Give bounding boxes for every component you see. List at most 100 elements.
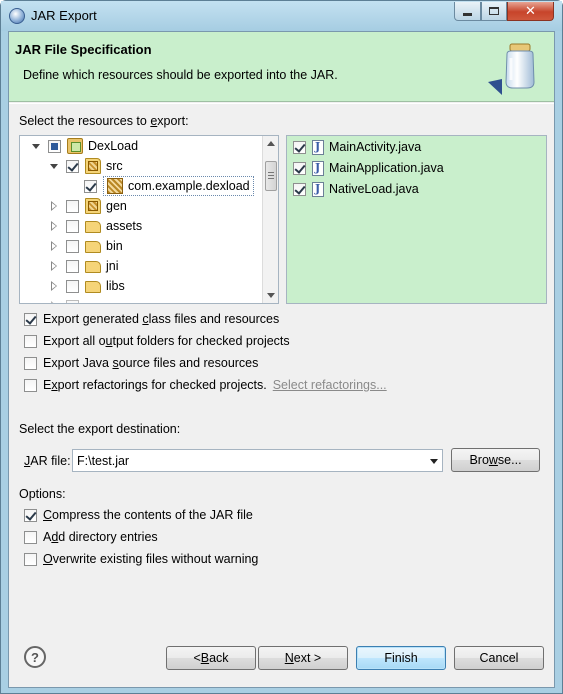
expand-toggle[interactable] <box>48 200 60 212</box>
checkbox[interactable] <box>24 552 37 566</box>
tree-checkbox[interactable] <box>66 279 79 293</box>
tree-checkbox[interactable] <box>66 199 79 213</box>
checkbox[interactable] <box>24 378 37 392</box>
chevron-right-icon <box>50 201 57 211</box>
file-checkbox[interactable] <box>293 161 306 175</box>
resource-tree[interactable]: DexLoad src com.example.dexload gen asse… <box>19 135 279 304</box>
back-button[interactable]: < Back <box>166 646 256 670</box>
cancel-button[interactable]: Cancel <box>454 646 544 670</box>
overwrite-files-checkbox[interactable]: Overwrite existing files without warning <box>24 550 258 568</box>
next-button[interactable]: Next > <box>258 646 348 670</box>
checkbox[interactable] <box>24 334 37 348</box>
close-button[interactable]: ✕ <box>507 2 554 21</box>
maximize-button[interactable] <box>481 2 507 21</box>
chevron-right-icon <box>50 281 57 291</box>
help-icon[interactable]: ? <box>24 646 46 668</box>
chevron-down-icon <box>50 163 58 169</box>
tree-node-src[interactable]: src <box>48 156 123 176</box>
checkbox-label: Add directory entries <box>43 530 158 544</box>
tree-node-jni[interactable]: jni <box>48 256 119 276</box>
file-label: MainActivity.java <box>329 140 422 154</box>
close-icon: ✕ <box>525 3 536 18</box>
tree-node-label: gen <box>106 199 127 213</box>
minimize-icon <box>463 12 472 16</box>
expand-toggle[interactable] <box>48 260 60 272</box>
jar-export-window: JAR Export ✕ JAR File Specification Defi… <box>0 0 563 694</box>
file-item[interactable]: MainApplication.java <box>293 158 444 178</box>
folder-icon <box>85 281 101 293</box>
scroll-down-icon[interactable] <box>267 293 275 298</box>
expand-toggle[interactable] <box>48 160 60 172</box>
checkbox-label: Export refactorings for checked projects… <box>43 378 267 392</box>
tree-checkbox <box>66 299 79 303</box>
header-banner: JAR File Specification Define which reso… <box>9 32 554 102</box>
compress-checkbox[interactable]: Compress the contents of the JAR file <box>24 506 253 524</box>
tree-node-libs[interactable]: libs <box>48 276 125 296</box>
expand-toggle[interactable] <box>48 240 60 252</box>
file-item[interactable]: MainActivity.java <box>293 137 421 157</box>
chevron-right-icon <box>50 241 57 251</box>
checkbox[interactable] <box>24 312 37 326</box>
checkbox-label: Overwrite existing files without warning <box>43 552 259 566</box>
jar-file-combo[interactable]: F:\test.jar <box>72 449 443 472</box>
tree-checkbox[interactable] <box>66 159 79 173</box>
selected-tree-item[interactable]: com.example.dexload <box>103 176 254 196</box>
arrow-decoration-icon <box>488 79 502 95</box>
source-folder-icon <box>85 158 101 174</box>
tree-node-label: com.example.dexload <box>128 179 250 193</box>
export-refactorings-checkbox[interactable]: Export refactorings for checked projects… <box>24 376 387 394</box>
checkbox[interactable] <box>24 356 37 370</box>
tree-checkbox[interactable] <box>66 259 79 273</box>
project-icon <box>67 138 83 154</box>
browse-button[interactable]: Bro w se... <box>451 448 540 472</box>
expand-toggle[interactable] <box>48 280 60 292</box>
tree-checkbox[interactable] <box>48 139 61 153</box>
chevron-right-icon <box>50 261 57 271</box>
package-icon <box>107 178 123 194</box>
tree-scrollbar[interactable] <box>262 136 278 303</box>
checkbox-label: Export Java source files and resources <box>43 356 259 370</box>
options-label: Options: <box>19 487 66 501</box>
tree-node-gen[interactable]: gen <box>48 196 127 216</box>
expand-toggle[interactable] <box>48 220 60 232</box>
checkbox[interactable] <box>24 508 37 522</box>
tree-node-package[interactable]: com.example.dexload <box>84 176 254 196</box>
chevron-right-icon <box>50 301 57 303</box>
window-title: JAR Export <box>31 8 97 23</box>
select-refactorings-link[interactable]: Select refactorings... <box>273 378 387 392</box>
tree-node-label: bin <box>106 239 123 253</box>
tree-node-assets[interactable]: assets <box>48 216 142 236</box>
file-list[interactable]: MainActivity.java MainApplication.java N… <box>286 135 547 304</box>
tree-node-dexload[interactable]: DexLoad <box>30 136 138 156</box>
title-bar[interactable]: JAR Export ✕ <box>1 1 562 31</box>
tree-node-label: src <box>106 159 123 173</box>
jar-file-value[interactable]: F:\test.jar <box>77 454 129 468</box>
finish-button[interactable]: Finish <box>356 646 446 670</box>
tree-node-partial <box>48 296 85 303</box>
file-label: MainApplication.java <box>329 161 444 175</box>
file-item[interactable]: NativeLoad.java <box>293 179 419 199</box>
minimize-button[interactable] <box>454 2 481 21</box>
tree-node-label: jni <box>106 259 119 273</box>
checkbox-label: Export all output folders for checked pr… <box>43 334 290 348</box>
dropdown-arrow-icon[interactable] <box>430 459 438 464</box>
dialog-client-area: JAR File Specification Define which reso… <box>8 31 555 688</box>
java-file-icon <box>312 139 324 155</box>
export-class-files-checkbox[interactable]: Export generated class files and resourc… <box>24 310 279 328</box>
add-directory-entries-checkbox[interactable]: Add directory entries <box>24 528 158 546</box>
scroll-up-icon[interactable] <box>267 141 275 146</box>
folder-icon <box>85 241 101 253</box>
export-java-source-checkbox[interactable]: Export Java source files and resources <box>24 354 258 372</box>
file-checkbox[interactable] <box>293 182 306 196</box>
tree-checkbox[interactable] <box>84 179 97 193</box>
expand-toggle[interactable] <box>30 140 42 152</box>
tree-checkbox[interactable] <box>66 239 79 253</box>
maximize-icon <box>489 7 499 15</box>
tree-checkbox[interactable] <box>66 219 79 233</box>
tree-node-bin[interactable]: bin <box>48 236 123 256</box>
tree-node-label: DexLoad <box>88 139 139 153</box>
checkbox[interactable] <box>24 530 37 544</box>
file-checkbox[interactable] <box>293 140 306 154</box>
scroll-thumb[interactable] <box>265 161 277 191</box>
export-output-folders-checkbox[interactable]: Export all output folders for checked pr… <box>24 332 290 350</box>
